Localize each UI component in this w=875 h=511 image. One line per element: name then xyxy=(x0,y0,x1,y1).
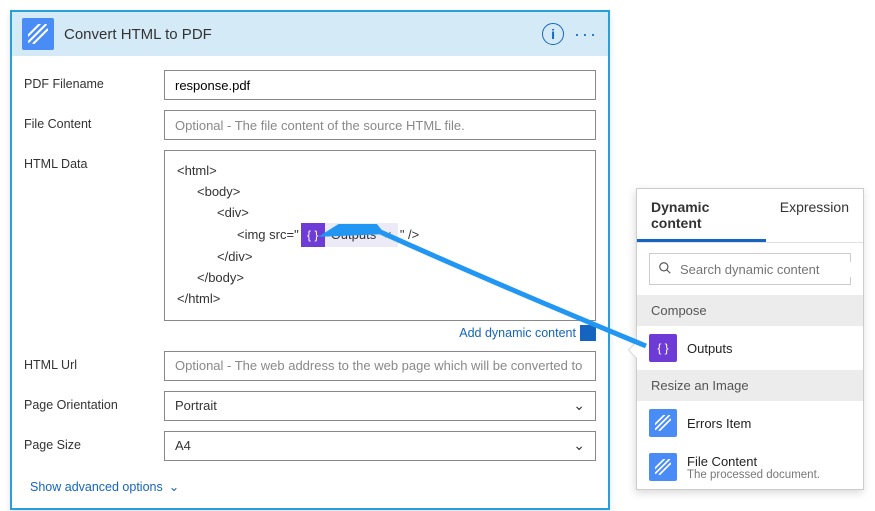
show-advanced-options-link[interactable]: Show advanced options ⌄ xyxy=(30,479,179,494)
connector-icon xyxy=(649,453,677,481)
code-text: " /> xyxy=(400,225,419,246)
search-dynamic-content[interactable] xyxy=(649,253,851,285)
brackets-icon: { } xyxy=(301,223,325,247)
dc-item-title: Outputs xyxy=(687,341,733,356)
section-resize-an-image: Resize an Image xyxy=(637,370,863,401)
code-line: <div> xyxy=(177,203,583,224)
label-page-orientation: Page Orientation xyxy=(24,391,164,421)
label-pdf-filename: PDF Filename xyxy=(24,70,164,100)
token-remove-icon[interactable]: × xyxy=(384,225,398,246)
code-text: <img src=" xyxy=(237,225,299,246)
code-line: <body> xyxy=(177,182,583,203)
search-input[interactable] xyxy=(680,262,856,277)
card-title: Convert HTML to PDF xyxy=(64,26,542,43)
add-dynamic-content-link[interactable]: Add dynamic content xyxy=(459,326,576,340)
section-compose: Compose xyxy=(637,295,863,326)
code-line: <html> xyxy=(177,161,583,182)
dc-item-errors-item[interactable]: Errors Item xyxy=(637,401,863,445)
code-line: </html> xyxy=(177,289,583,310)
info-icon[interactable]: i xyxy=(542,23,564,45)
chevron-down-icon: ⌄ xyxy=(169,479,179,494)
dc-item-outputs[interactable]: { } Outputs xyxy=(637,326,863,370)
chevron-down-icon: ⌄ xyxy=(573,437,585,454)
dc-item-subtitle: The processed document. xyxy=(687,469,820,481)
label-html-url: HTML Url xyxy=(24,351,164,381)
tab-dynamic-content[interactable]: Dynamic content xyxy=(637,189,766,242)
label-file-content: File Content xyxy=(24,110,164,140)
dynamic-content-panel: Dynamic content Expression Compose { } O… xyxy=(636,188,864,490)
more-icon[interactable]: ··· xyxy=(574,24,598,45)
dc-item-title: Errors Item xyxy=(687,416,751,431)
dc-item-file-content[interactable]: File Content The processed document. xyxy=(637,445,863,489)
dc-item-title: File Content xyxy=(687,454,820,469)
select-value: Portrait xyxy=(175,398,217,413)
label-page-size: Page Size xyxy=(24,431,164,461)
input-pdf-filename[interactable] xyxy=(164,70,596,100)
select-page-orientation[interactable]: Portrait ⌄ xyxy=(164,391,596,421)
chevron-down-icon: ⌄ xyxy=(573,397,585,414)
code-line: <img src=" { } Outputs × " /> xyxy=(177,223,583,247)
card-header: Convert HTML to PDF i ··· xyxy=(12,12,608,56)
code-line: </body> xyxy=(177,268,583,289)
advanced-label: Show advanced options xyxy=(30,480,163,494)
select-value: A4 xyxy=(175,438,191,453)
input-file-content[interactable] xyxy=(164,110,596,140)
label-html-data: HTML Data xyxy=(24,150,164,341)
connector-icon xyxy=(649,409,677,437)
card-body: PDF Filename File Content HTML Data <htm… xyxy=(12,56,608,508)
input-html-url[interactable] xyxy=(164,351,596,381)
connector-icon xyxy=(22,18,54,50)
brackets-icon: { } xyxy=(649,334,677,362)
search-icon xyxy=(658,261,672,278)
input-html-data[interactable]: <html> <body> <div> <img src=" { } Outpu… xyxy=(164,150,596,321)
code-line: </div> xyxy=(177,247,583,268)
token-label: Outputs xyxy=(325,225,385,246)
action-card: Convert HTML to PDF i ··· PDF Filename F… xyxy=(10,10,610,510)
select-page-size[interactable]: A4 ⌄ xyxy=(164,431,596,461)
logic-toggle-icon[interactable] xyxy=(580,325,596,341)
dynamic-token-outputs[interactable]: { } Outputs × xyxy=(301,223,398,247)
tab-expression[interactable]: Expression xyxy=(766,189,863,242)
